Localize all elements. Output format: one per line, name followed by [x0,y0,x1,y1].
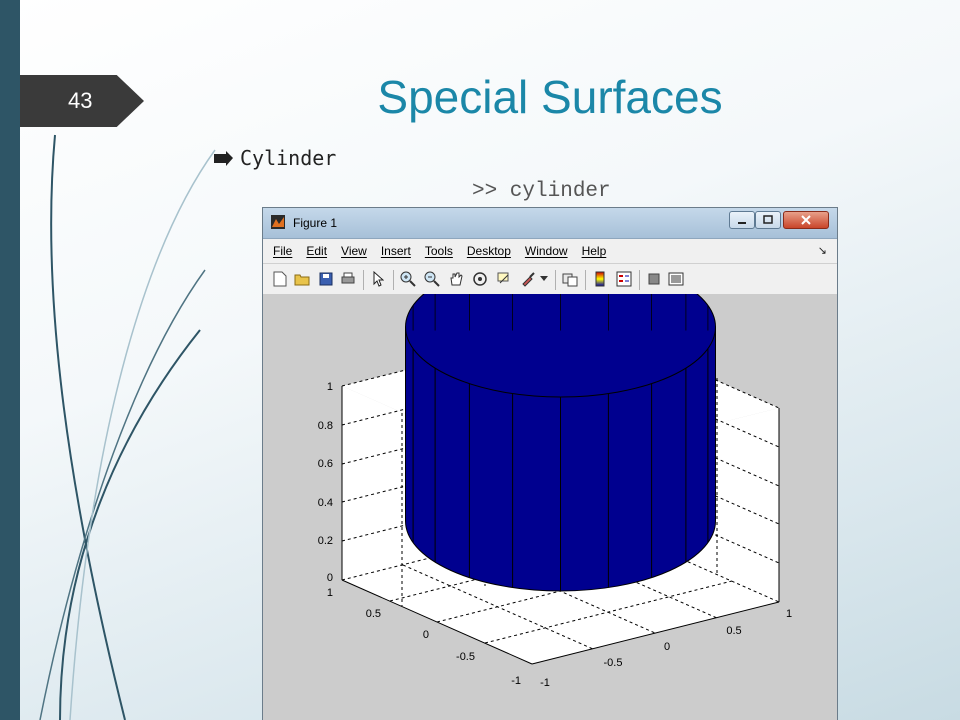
show-plot-tools-icon[interactable] [667,270,685,288]
window-titlebar[interactable]: Figure 1 [263,208,837,239]
insert-colorbar-icon[interactable] [591,270,609,288]
bullet-text: Cylinder [240,146,337,170]
command-text: >> cylinder [472,180,611,203]
hide-plot-tools-icon[interactable] [645,270,663,288]
menubar: File Edit View Insert Tools Desktop Wind… [263,239,837,264]
z-tick-label: 0 [327,572,333,584]
menu-help[interactable]: Help [582,244,607,258]
x-tick-label: -1 [540,677,550,689]
brush-icon[interactable] [519,270,537,288]
zoom-out-icon[interactable] [423,270,441,288]
x-tick-label: 1 [786,608,792,620]
close-button[interactable] [783,211,829,229]
y-tick-label: 0 [423,629,429,641]
zoom-in-icon[interactable] [399,270,417,288]
rotate-3d-icon[interactable] [471,270,489,288]
matlab-icon [271,215,285,229]
maximize-icon [763,215,773,224]
print-icon[interactable] [339,270,357,288]
cylinder-surface [405,294,716,592]
cylinder-plot: 1 0.8 0.6 0.4 0.2 0 1 0.5 0 -0.5 -1 -1 -… [318,294,792,689]
y-tick-label: -0.5 [456,651,475,663]
menu-insert[interactable]: Insert [381,244,411,258]
new-figure-icon[interactable] [271,270,289,288]
y-tick-label: 0.5 [366,608,381,620]
menu-view[interactable]: View [341,244,367,258]
link-icon[interactable] [561,270,579,288]
toolbar [263,264,837,295]
x-tick-label: -0.5 [604,657,623,669]
menu-file[interactable]: File [273,244,292,258]
insert-legend-icon[interactable] [615,270,633,288]
menu-desktop[interactable]: Desktop [467,244,511,258]
dock-arrow-icon[interactable]: ↘ [818,244,827,257]
data-cursor-icon[interactable] [495,270,513,288]
z-tick-label: 1 [327,381,333,393]
pointer-icon[interactable] [369,270,387,288]
figure-window: Figure 1 File Edit View Insert Tools Des… [262,207,838,720]
menu-edit[interactable]: Edit [306,244,327,258]
arrow-bullet-icon [214,150,233,166]
window-title: Figure 1 [293,216,338,230]
menu-window[interactable]: Window [525,244,568,258]
minimize-icon [738,222,746,224]
close-icon [801,215,811,225]
open-file-icon[interactable] [293,270,311,288]
plot-area[interactable]: 1 0.8 0.6 0.4 0.2 0 1 0.5 0 -0.5 -1 -1 -… [263,294,837,720]
menu-tools[interactable]: Tools [425,244,453,258]
maximize-button[interactable] [755,211,781,229]
slide-title: Special Surfaces [377,71,723,123]
brush-dropdown-icon[interactable] [539,270,549,288]
z-tick-label: 0.4 [318,497,333,509]
x-tick-label: 0.5 [726,625,741,637]
y-tick-label: -1 [511,675,521,687]
z-tick-label: 0.2 [318,535,333,547]
bullet-item: Cylinder [214,146,336,170]
x-tick-label: 0 [664,641,670,653]
minimize-button[interactable] [729,211,755,229]
y-tick-label: 1 [327,587,333,599]
save-icon[interactable] [317,270,335,288]
z-tick-label: 0.6 [318,458,333,470]
pan-icon[interactable] [447,270,465,288]
z-tick-label: 0.8 [318,420,333,432]
